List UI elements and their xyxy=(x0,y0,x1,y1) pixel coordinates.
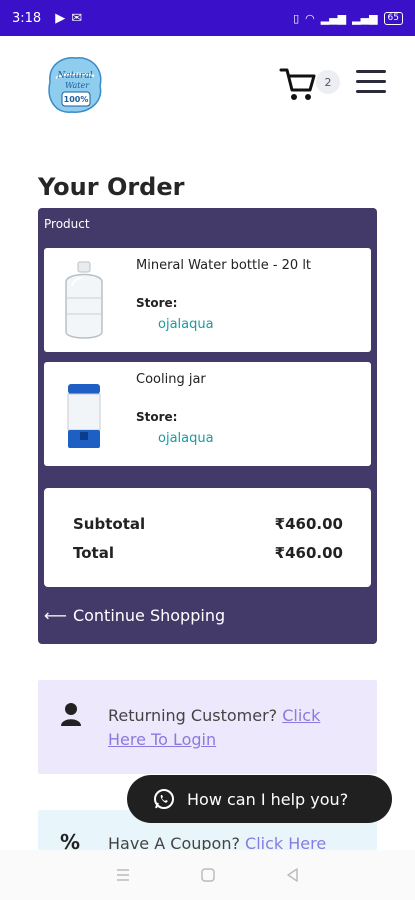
status-time: 3:18 xyxy=(12,10,42,26)
site-header: Natural Water 100% 2 xyxy=(0,36,415,136)
youtube-icon: ▶ xyxy=(55,10,66,26)
arrow-left-icon: ⟵ xyxy=(44,606,67,625)
cooling-jar-icon xyxy=(56,370,112,458)
cart-count-badge: 2 xyxy=(316,70,340,94)
whatsapp-icon xyxy=(154,789,174,809)
continue-shopping-label: Continue Shopping xyxy=(72,606,226,625)
coupon-text: Have A Coupon? Click Here xyxy=(108,834,326,850)
natural-water-logo[interactable]: Natural Water 100% xyxy=(42,52,108,118)
continue-shopping-link[interactable]: ⟵ Continue Shopping xyxy=(44,606,225,625)
whatsapp-chat-button[interactable]: How can I help you? xyxy=(127,775,392,823)
returning-prompt: Returning Customer? xyxy=(108,706,283,725)
back-icon[interactable] xyxy=(279,861,307,889)
subtotal-row: Subtotal ₹460.00 xyxy=(73,515,343,533)
cart-icon[interactable] xyxy=(278,64,318,104)
home-icon[interactable] xyxy=(194,861,222,889)
svg-text:Natural: Natural xyxy=(56,71,92,81)
store-label: Store: xyxy=(136,410,178,424)
svg-text:Water: Water xyxy=(65,81,90,90)
system-nav-bar xyxy=(0,850,415,900)
returning-customer-text: Returning Customer? Click Here To Login xyxy=(108,704,363,752)
order-summary: Product Mineral Water bottle - 20 lt Sto… xyxy=(38,208,377,644)
subtotal-value: ₹460.00 xyxy=(274,515,343,533)
coupon-prompt: Have A Coupon? xyxy=(108,834,246,850)
battery-icon: 65 xyxy=(383,11,403,25)
signal-2-icon: ▂▄▆ xyxy=(352,11,378,25)
item-name: Cooling jar xyxy=(136,372,206,387)
user-icon xyxy=(60,702,82,726)
store-label: Store: xyxy=(136,296,178,310)
vibrate-icon: ▯ xyxy=(293,11,300,25)
page-title: Your Order xyxy=(38,173,185,201)
product-column-header: Product xyxy=(44,217,90,231)
notification-icon: ✉ xyxy=(71,10,83,26)
chat-label: How can I help you? xyxy=(187,789,349,809)
percent-icon: % xyxy=(60,830,81,850)
signal-icon: ▂▄▆ xyxy=(320,11,347,25)
hamburger-menu-icon[interactable] xyxy=(356,70,386,96)
svg-text:100%: 100% xyxy=(64,95,89,104)
status-left: 3:18 ▶ ✉ xyxy=(12,11,82,26)
status-bar: 3:18 ▶ ✉ ▯ ◠ ▂▄▆ ▂▄▆ 65 xyxy=(0,0,415,36)
wifi-icon: ◠ xyxy=(305,11,315,25)
status-right: ▯ ◠ ▂▄▆ ▂▄▆ 65 xyxy=(293,11,403,25)
recents-icon[interactable] xyxy=(109,861,137,889)
total-label: Total xyxy=(73,544,114,562)
coupon-link[interactable]: Click Here xyxy=(245,834,326,850)
subtotal-label: Subtotal xyxy=(73,515,146,533)
item-name: Mineral Water bottle - 20 lt xyxy=(136,258,312,273)
order-item: Mineral Water bottle - 20 lt Store: ojal… xyxy=(44,248,371,352)
order-item: Cooling jar Store: ojalaqua xyxy=(44,362,371,466)
returning-customer-box: Returning Customer? Click Here To Login xyxy=(38,680,377,774)
store-link[interactable]: ojalaqua xyxy=(158,431,214,446)
totals-card: Subtotal ₹460.00 Total ₹460.00 xyxy=(44,488,371,587)
total-row: Total ₹460.00 xyxy=(73,544,343,562)
store-link[interactable]: ojalaqua xyxy=(158,317,214,332)
total-value: ₹460.00 xyxy=(274,544,343,562)
water-bottle-icon xyxy=(56,256,112,344)
